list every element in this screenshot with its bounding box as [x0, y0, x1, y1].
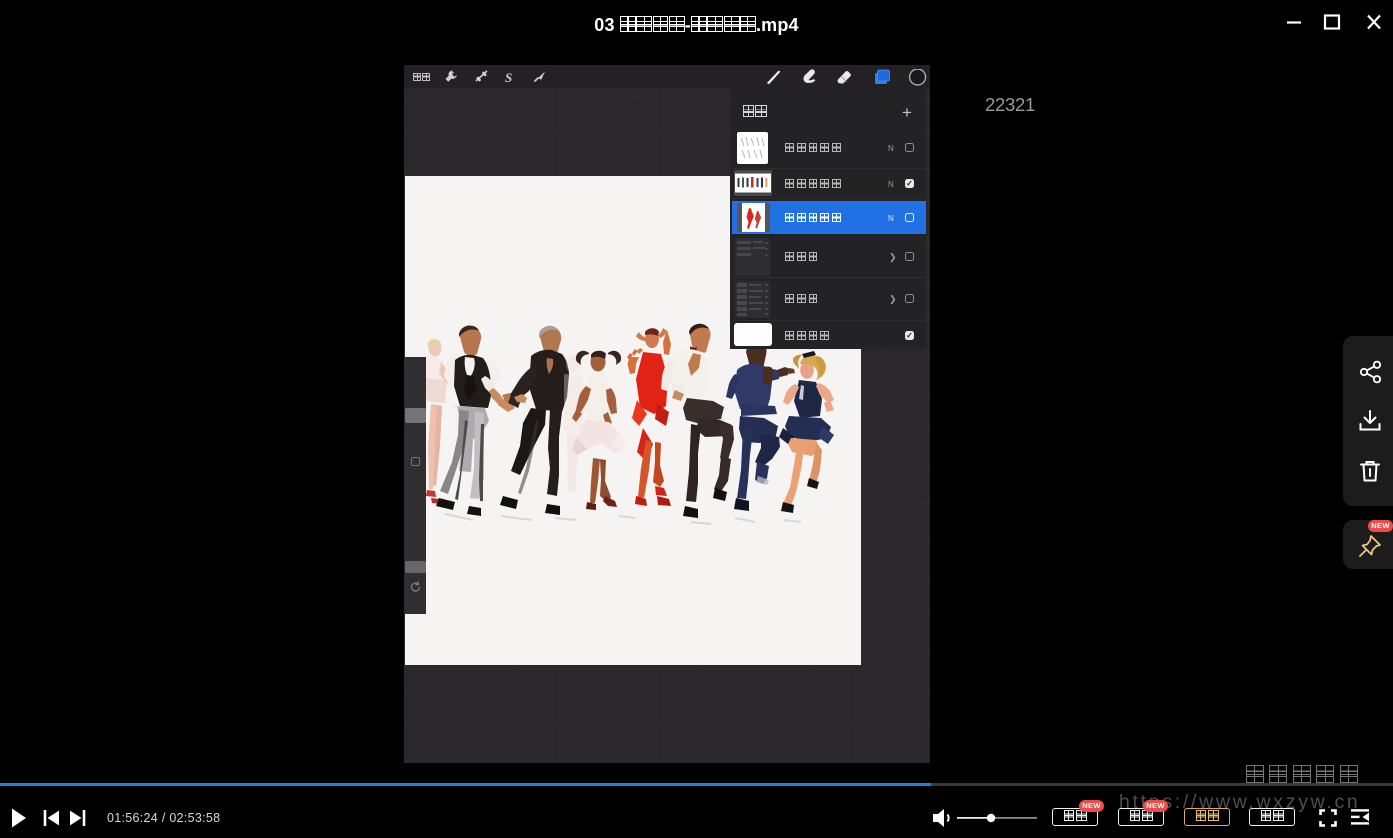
svg-text:S: S — [505, 70, 512, 85]
